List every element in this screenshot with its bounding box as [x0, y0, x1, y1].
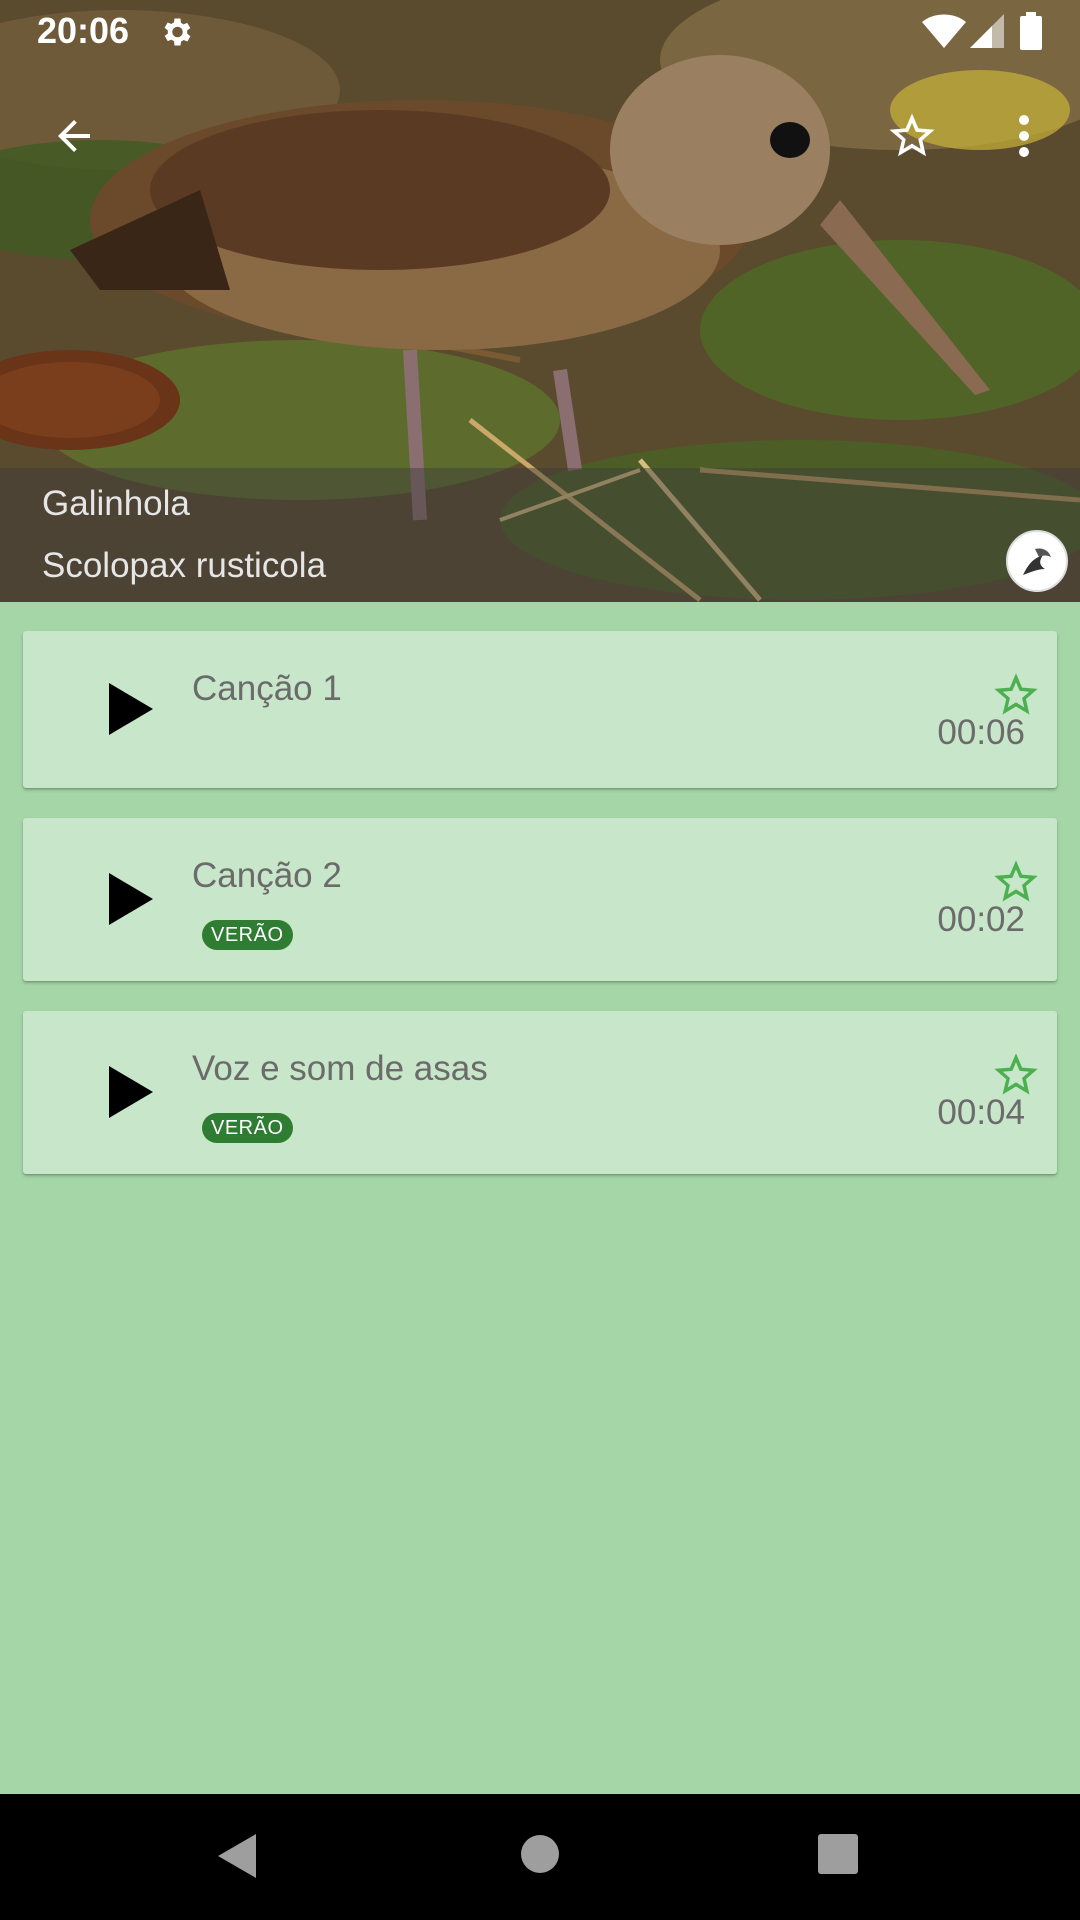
- sound-title: Canção 1: [192, 669, 342, 708]
- status-time: 20:06: [37, 10, 130, 51]
- species-scientific-name: Scolopax rusticola: [42, 546, 327, 585]
- system-nav-bar: [0, 1794, 1080, 1920]
- season-badge: VERÃO: [202, 920, 293, 950]
- play-icon[interactable]: [103, 1062, 157, 1122]
- wifi-icon: [922, 14, 966, 53]
- sound-duration: 00:02: [937, 900, 1025, 939]
- nav-back-icon[interactable]: [216, 1832, 260, 1880]
- sound-title: Voz e som de asas: [192, 1049, 488, 1088]
- settings-icon: [158, 14, 194, 55]
- sound-duration: 00:06: [937, 713, 1025, 752]
- species-photo: Galinhola Scolopax rusticola: [0, 0, 1080, 602]
- play-icon[interactable]: [103, 869, 157, 929]
- nav-home-icon[interactable]: [520, 1834, 560, 1874]
- sound-duration: 00:04: [937, 1093, 1025, 1132]
- status-bar: 20:06: [0, 0, 1080, 63]
- sound-title: Canção 2: [192, 856, 342, 895]
- play-icon[interactable]: [103, 679, 157, 739]
- sound-item[interactable]: Canção 1 00:06: [23, 631, 1057, 788]
- star-outline-icon[interactable]: [882, 106, 942, 166]
- more-vert-icon[interactable]: [1004, 106, 1044, 166]
- sound-item[interactable]: Voz e som de asas VERÃO 00:04: [23, 1011, 1057, 1174]
- species-screen: Galinhola Scolopax rusticola 20:06 Cançã…: [0, 0, 1080, 1920]
- species-common-name: Galinhola: [42, 484, 190, 523]
- back-arrow-icon[interactable]: [44, 108, 104, 164]
- sound-item[interactable]: Canção 2 VERÃO 00:02: [23, 818, 1057, 981]
- nav-recents-icon[interactable]: [818, 1834, 858, 1874]
- signal-icon: [970, 14, 1004, 53]
- app-logo-icon[interactable]: [1006, 530, 1068, 592]
- season-badge: VERÃO: [202, 1113, 293, 1143]
- battery-icon: [1020, 12, 1042, 55]
